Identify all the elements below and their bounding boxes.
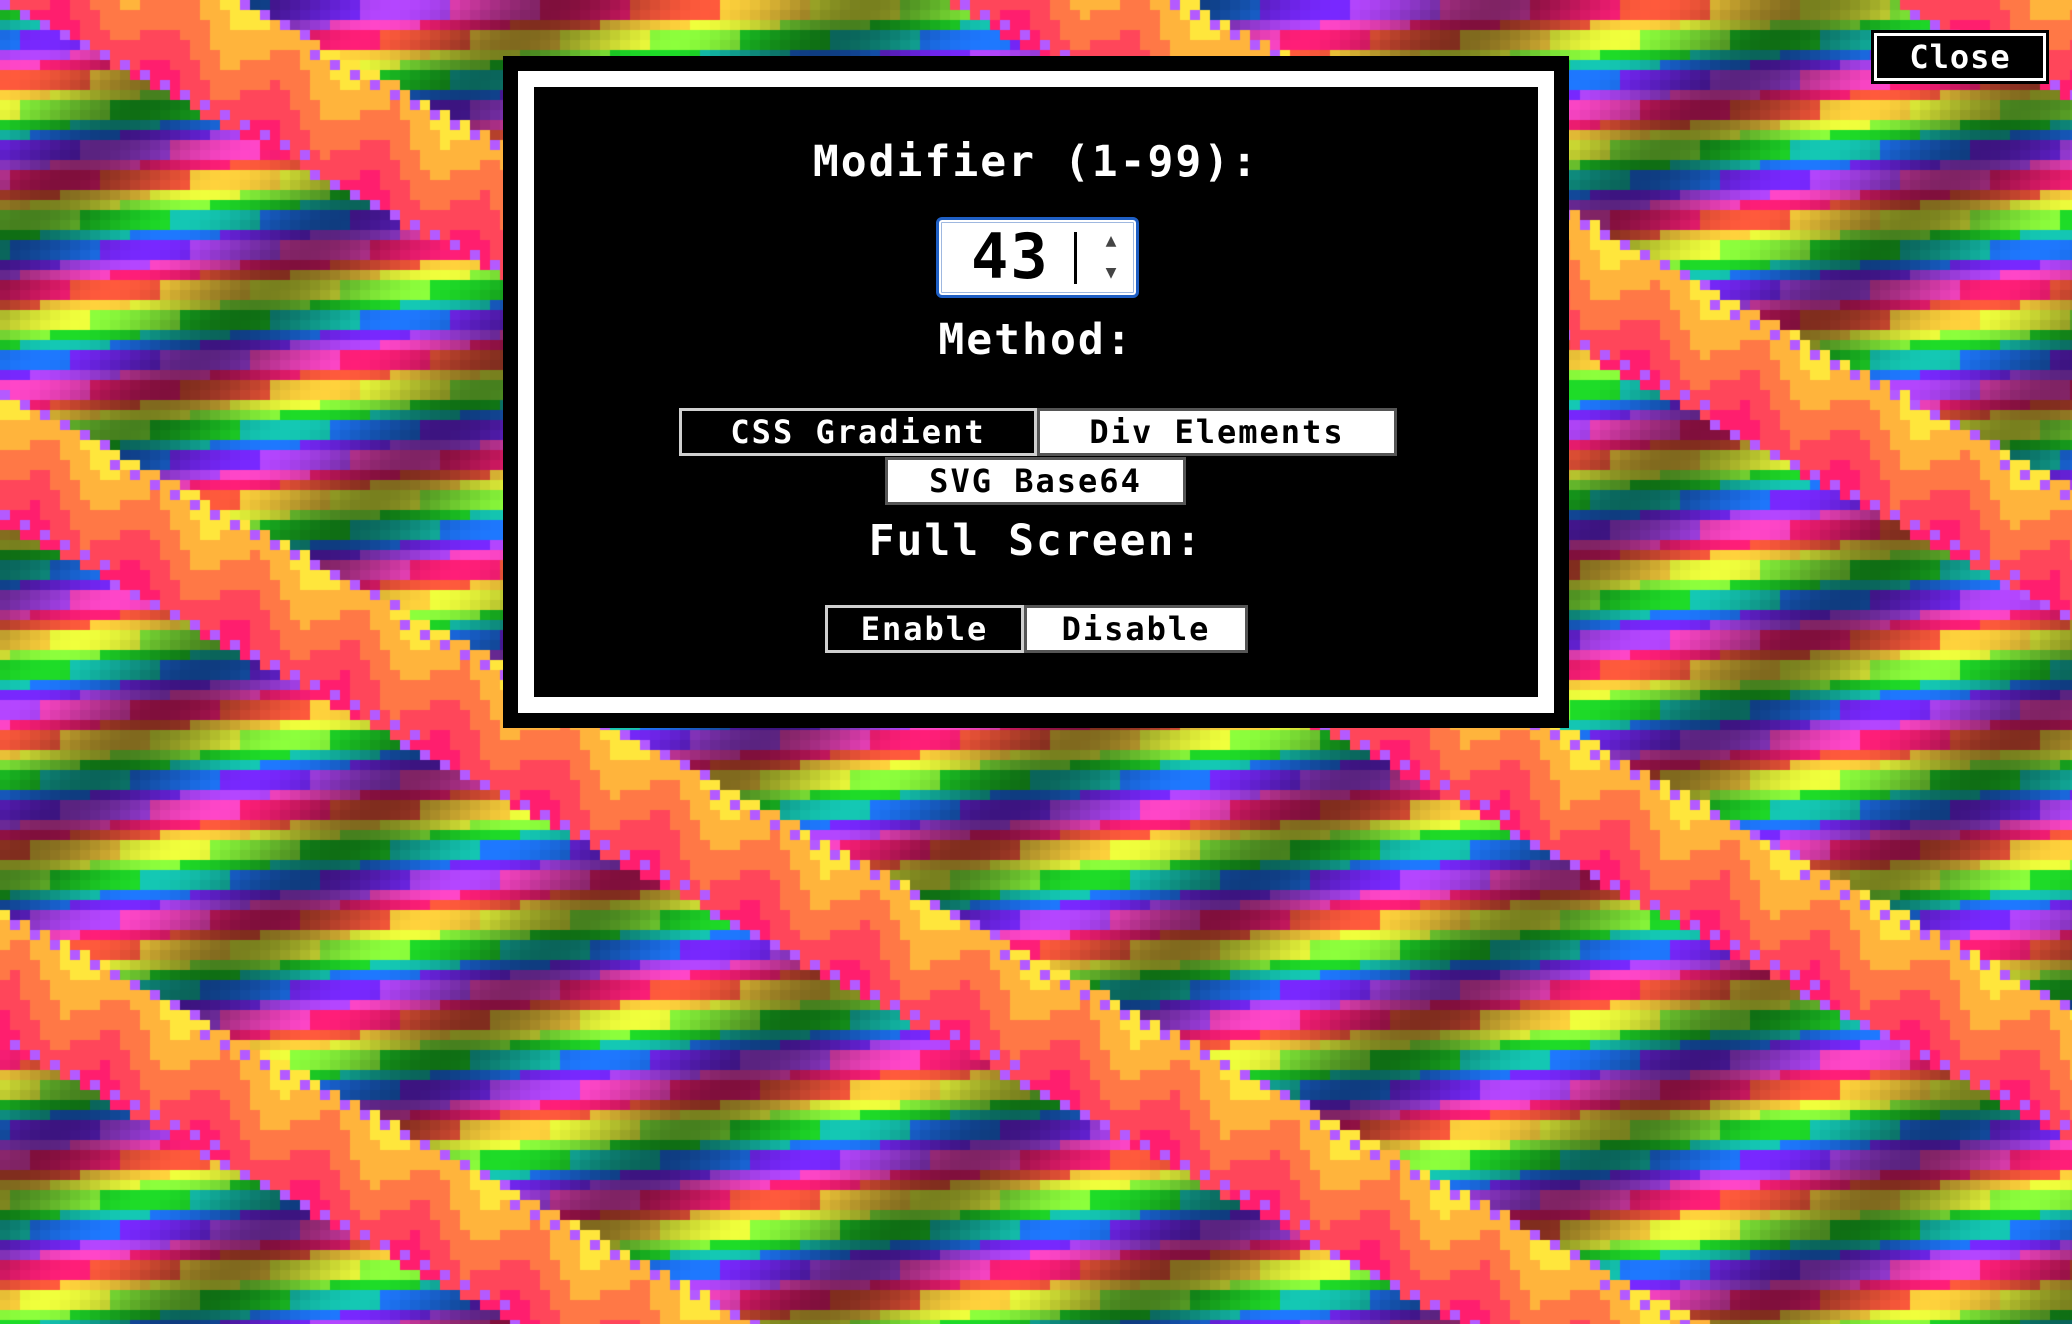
stepper-down-icon[interactable]: ▼ <box>1106 262 1117 284</box>
method-label: Method: <box>938 315 1134 365</box>
settings-dialog-body: Modifier (1-99): ▲ ▼ Method: CSS Gradien… <box>534 87 1538 697</box>
modifier-stepper[interactable]: ▲ ▼ <box>1098 230 1124 284</box>
text-caret <box>1074 232 1077 284</box>
settings-dialog: Modifier (1-99): ▲ ▼ Method: CSS Gradien… <box>503 56 1569 728</box>
modifier-label: Modifier (1-99): <box>812 137 1260 187</box>
app-stage: Close Modifier (1-99): ▲ ▼ Method: CSS G… <box>0 0 2072 1324</box>
method-css-gradient-button[interactable]: CSS Gradient <box>679 408 1037 456</box>
settings-dialog-frame: Modifier (1-99): ▲ ▼ Method: CSS Gradien… <box>518 71 1554 713</box>
fullscreen-label: Full Screen: <box>868 516 1204 566</box>
fullscreen-enable-button[interactable]: Enable <box>825 605 1024 653</box>
stepper-up-icon[interactable]: ▲ <box>1106 230 1117 252</box>
method-svg-base64-button[interactable]: SVG Base64 <box>885 457 1186 505</box>
close-button[interactable]: Close <box>1871 30 2049 84</box>
modifier-number-field[interactable]: ▲ ▼ <box>936 217 1139 298</box>
modifier-input[interactable] <box>951 224 1101 290</box>
fullscreen-disable-button[interactable]: Disable <box>1024 605 1248 653</box>
method-div-elements-button[interactable]: Div Elements <box>1037 408 1397 456</box>
